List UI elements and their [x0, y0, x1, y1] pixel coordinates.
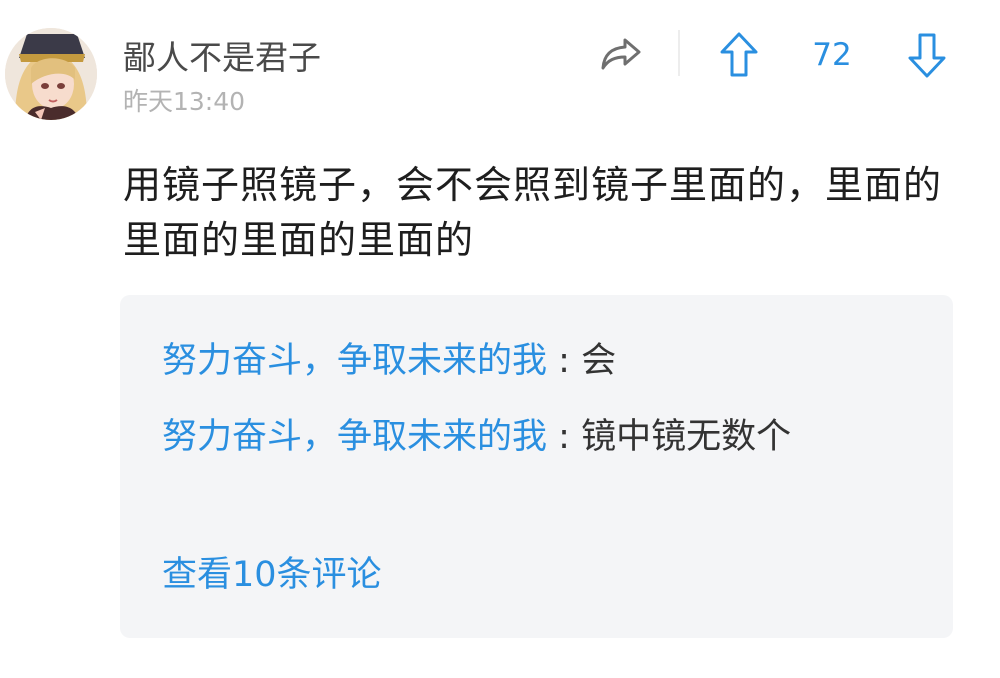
share-icon [601, 38, 641, 70]
comment-item: 努力奋斗，争取未来的我 : 会 [162, 329, 922, 393]
comment-separator: : [558, 341, 570, 381]
avatar[interactable] [5, 28, 97, 120]
vote-count: 72 [812, 37, 852, 73]
comment-text: 会 [581, 341, 617, 381]
post-timestamp: 昨天13:40 [123, 87, 246, 116]
comments-preview: 努力奋斗，争取未来的我 : 会 努力奋斗，争取未来的我 : 镜中镜无数个 查看1… [120, 295, 953, 638]
post-content: 用镜子照镜子，会不会照到镜子里面的，里面的里面的里面的里面的 [123, 163, 943, 262]
comment-text: 镜中镜无数个 [581, 417, 792, 457]
comment-author[interactable]: 努力奋斗，争取未来的我 [162, 341, 547, 381]
username[interactable]: 鄙人不是君子 [123, 36, 321, 80]
comment-author[interactable]: 努力奋斗，争取未来的我 [162, 417, 547, 457]
upvote-button[interactable] [716, 30, 762, 80]
action-divider [678, 30, 680, 76]
view-all-comments-link[interactable]: 查看10条评论 [162, 543, 382, 607]
downvote-arrow-icon [908, 33, 946, 78]
upvote-arrow-icon [720, 32, 758, 77]
share-button[interactable] [596, 32, 646, 78]
downvote-button[interactable] [904, 30, 950, 80]
anime-girl-avatar-icon [5, 28, 97, 120]
comment-item: 努力奋斗，争取未来的我 : 镜中镜无数个 [162, 405, 922, 469]
comment-separator: : [558, 417, 570, 457]
